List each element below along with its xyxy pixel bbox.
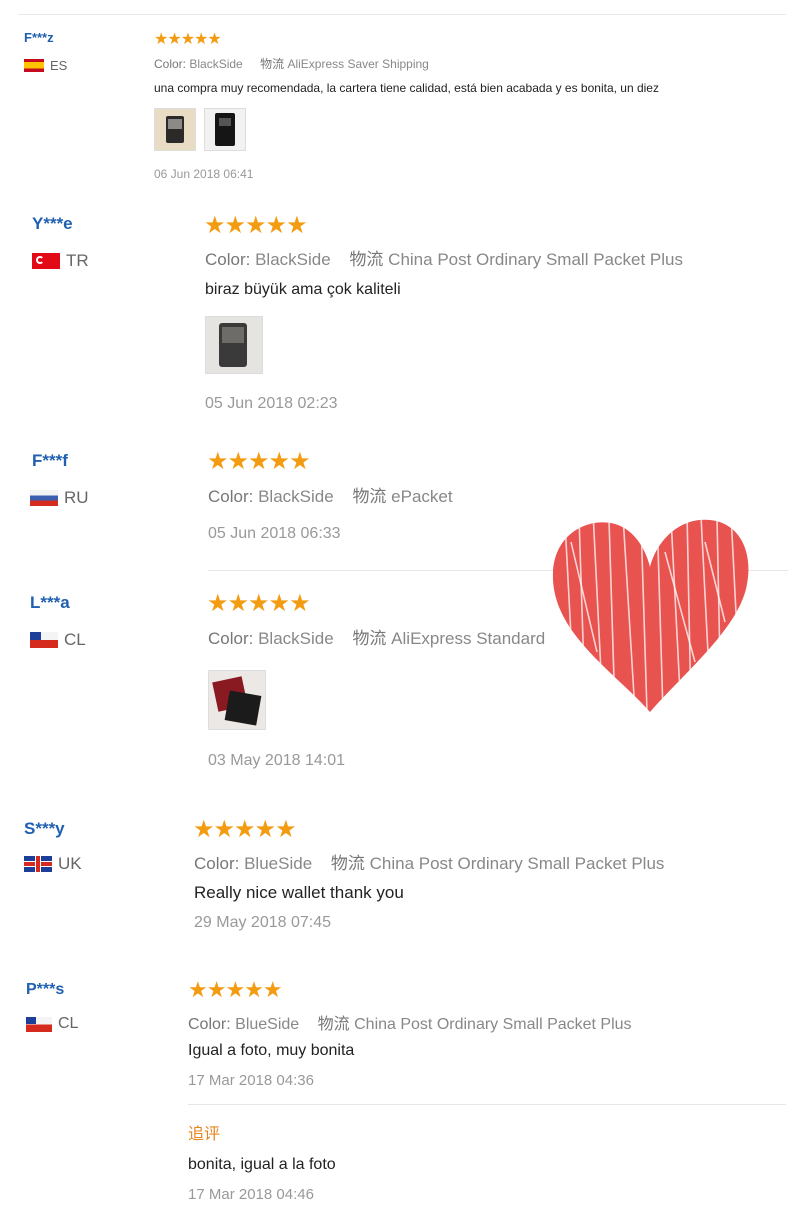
reviewer-country: UK bbox=[24, 854, 82, 874]
review-meta: Color: BlackSide 物流 AliExpress Saver Shi… bbox=[154, 55, 429, 72]
country-code: ES bbox=[50, 58, 68, 73]
star-rating: ★★★★★ bbox=[188, 977, 283, 1002]
color-label: Color: bbox=[154, 57, 187, 71]
country-code: CL bbox=[58, 1015, 79, 1032]
additional-review-divider bbox=[188, 1104, 786, 1105]
star-rating: ★★★★★ bbox=[207, 590, 311, 617]
review-text: Igual a foto, muy bonita bbox=[188, 1042, 355, 1059]
shipping-value: China Post Ordinary Small Packet Plus bbox=[369, 854, 665, 873]
reviewer-name[interactable]: F***f bbox=[32, 451, 68, 471]
country-code: RU bbox=[64, 488, 89, 507]
reviewer-country: RU bbox=[30, 488, 89, 508]
review-meta: Color: BlackSide 物流 AliExpress Standard bbox=[208, 624, 545, 649]
review-date: 03 May 2018 14:01 bbox=[208, 752, 345, 769]
review-date: 29 May 2018 07:45 bbox=[194, 914, 331, 931]
review-date: 06 Jun 2018 06:41 bbox=[154, 167, 254, 181]
reviewer-name[interactable]: Y***e bbox=[32, 214, 73, 234]
color-value: BlueSide bbox=[244, 854, 313, 873]
additional-review-date: 17 Mar 2018 04:46 bbox=[188, 1186, 314, 1203]
star-rating: ★★★★★ bbox=[154, 31, 222, 48]
color-value: BlackSide bbox=[189, 57, 243, 71]
review-photo-thumbnail[interactable] bbox=[204, 108, 246, 151]
shipping-label: 物流 bbox=[330, 854, 365, 873]
color-value: BlackSide bbox=[255, 250, 331, 269]
review-meta: Color: BlackSide 物流 ePacket bbox=[208, 482, 453, 507]
reviewer-country: CL bbox=[30, 630, 86, 650]
color-value: BlueSide bbox=[235, 1016, 300, 1033]
star-rating: ★★★★★ bbox=[204, 212, 308, 239]
review-date: 17 Mar 2018 04:36 bbox=[188, 1072, 314, 1089]
color-label: Color: bbox=[205, 250, 251, 269]
country-code: UK bbox=[58, 854, 82, 873]
color-label: Color: bbox=[208, 629, 254, 648]
color-label: Color: bbox=[208, 487, 254, 506]
shipping-label: 物流 bbox=[349, 250, 384, 269]
review-date: 05 Jun 2018 02:23 bbox=[205, 395, 338, 412]
review-photo-thumbnail[interactable] bbox=[205, 316, 263, 374]
heart-sticker-icon bbox=[552, 519, 749, 713]
review-text: Really nice wallet thank you bbox=[194, 883, 404, 902]
review-text: una compra muy recomendada, la cartera t… bbox=[154, 81, 659, 95]
reviewer-name[interactable]: P***s bbox=[26, 981, 64, 999]
star-rating: ★★★★★ bbox=[193, 816, 297, 843]
reviewer-name[interactable]: S***y bbox=[24, 819, 65, 839]
shipping-value: AliExpress Saver Shipping bbox=[287, 57, 429, 71]
chile-flag-icon bbox=[30, 632, 58, 648]
reviewer-country: ES bbox=[24, 58, 67, 73]
review-meta: Color: BlackSide 物流 China Post Ordinary … bbox=[205, 245, 683, 270]
russia-flag-icon bbox=[30, 490, 58, 506]
review-meta: Color: BlueSide 物流 China Post Ordinary S… bbox=[194, 849, 664, 874]
shipping-value: ePacket bbox=[391, 487, 453, 506]
shipping-value: China Post Ordinary Small Packet Plus bbox=[354, 1016, 632, 1033]
top-divider bbox=[18, 14, 786, 15]
review-meta: Color: BlueSide 物流 China Post Ordinary S… bbox=[188, 1010, 632, 1034]
shipping-label: 物流 bbox=[352, 629, 387, 648]
reviewer-country: CL bbox=[26, 1015, 78, 1033]
shipping-value: China Post Ordinary Small Packet Plus bbox=[388, 250, 683, 269]
spain-flag-icon bbox=[24, 59, 44, 72]
review-photo-thumbnail[interactable] bbox=[154, 108, 196, 151]
country-code: CL bbox=[64, 630, 86, 649]
star-rating: ★★★★★ bbox=[207, 448, 311, 475]
shipping-label: 物流 bbox=[260, 57, 285, 71]
color-label: Color: bbox=[188, 1016, 231, 1033]
uk-flag-icon bbox=[24, 856, 52, 872]
shipping-label: 物流 bbox=[352, 487, 387, 506]
shipping-value: AliExpress Standard bbox=[391, 629, 546, 648]
additional-review-text: bonita, igual a la foto bbox=[188, 1156, 336, 1173]
reviewer-country: TR bbox=[32, 251, 89, 271]
chile-flag-icon bbox=[26, 1016, 52, 1032]
turkey-flag-icon bbox=[32, 253, 60, 269]
review-date: 05 Jun 2018 06:33 bbox=[208, 525, 341, 542]
review-photo-thumbnail[interactable] bbox=[208, 670, 266, 730]
color-label: Color: bbox=[194, 854, 240, 873]
reviewer-name[interactable]: F***z bbox=[24, 30, 54, 45]
review-text: biraz büyük ama çok kaliteli bbox=[205, 281, 401, 298]
country-code: TR bbox=[66, 251, 89, 270]
color-value: BlackSide bbox=[258, 629, 334, 648]
additional-review-label: 追评 bbox=[188, 1126, 221, 1143]
color-value: BlackSide bbox=[258, 487, 334, 506]
reviewer-name[interactable]: L***a bbox=[30, 593, 70, 613]
shipping-label: 物流 bbox=[317, 1016, 350, 1033]
